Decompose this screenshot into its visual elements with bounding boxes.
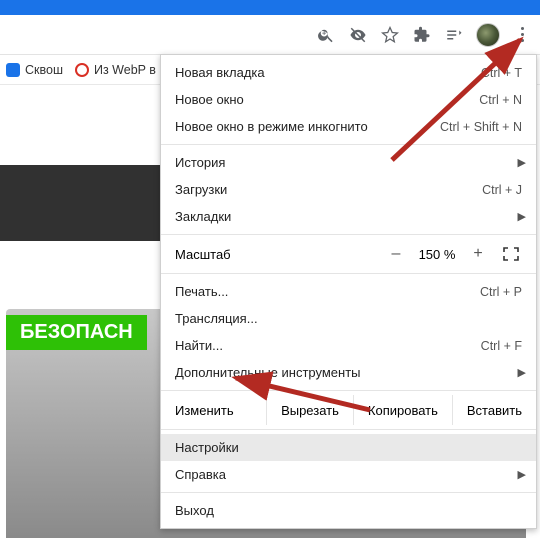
submenu-arrow-icon: ▶ bbox=[518, 468, 526, 481]
bookmark-item-webp[interactable]: Из WebP в bbox=[75, 63, 156, 77]
extensions-icon[interactable] bbox=[412, 25, 432, 45]
menu-label: Дополнительные инструменты bbox=[175, 365, 522, 380]
menu-bookmarks[interactable]: Закладки ▶ bbox=[161, 203, 536, 230]
zoom-in-button[interactable]: + bbox=[464, 245, 492, 263]
menu-new-window[interactable]: Новое окно Ctrl + N bbox=[161, 86, 536, 113]
menu-label: Настройки bbox=[175, 440, 522, 455]
menu-label: История bbox=[175, 155, 522, 170]
star-icon[interactable] bbox=[380, 25, 400, 45]
menu-cast[interactable]: Трансляция... bbox=[161, 305, 536, 332]
menu-divider bbox=[161, 390, 536, 391]
menu-zoom: Масштаб – 150 % + bbox=[161, 239, 536, 269]
menu-divider bbox=[161, 273, 536, 274]
menu-history[interactable]: История ▶ bbox=[161, 149, 536, 176]
submenu-arrow-icon: ▶ bbox=[518, 156, 526, 169]
bookmark-favicon bbox=[6, 63, 20, 77]
window-titlebar bbox=[0, 0, 540, 15]
menu-divider bbox=[161, 144, 536, 145]
menu-label: Новая вкладка bbox=[175, 65, 481, 80]
menu-exit[interactable]: Выход bbox=[161, 497, 536, 524]
menu-shortcut: Ctrl + Shift + N bbox=[440, 120, 522, 134]
submenu-arrow-icon: ▶ bbox=[518, 366, 526, 379]
zoom-value: 150 % bbox=[410, 247, 464, 262]
kebab-menu-icon[interactable] bbox=[512, 25, 532, 45]
menu-edit-row: Изменить Вырезать Копировать Вставить bbox=[161, 395, 536, 425]
zoom-out-button[interactable]: – bbox=[382, 245, 410, 263]
edit-copy-button[interactable]: Копировать bbox=[353, 395, 452, 425]
menu-label: Печать... bbox=[175, 284, 480, 299]
edit-cut-button[interactable]: Вырезать bbox=[266, 395, 353, 425]
menu-shortcut: Ctrl + P bbox=[480, 285, 522, 299]
bookmark-label: Из WebP в bbox=[94, 63, 156, 77]
menu-label: Новое окно в режиме инкогнито bbox=[175, 119, 440, 134]
chrome-main-menu: Новая вкладка Ctrl + T Новое окно Ctrl +… bbox=[160, 54, 537, 529]
profile-avatar[interactable] bbox=[476, 23, 500, 47]
browser-toolbar bbox=[0, 15, 540, 55]
menu-divider bbox=[161, 429, 536, 430]
menu-label: Справка bbox=[175, 467, 522, 482]
menu-shortcut: Ctrl + N bbox=[479, 93, 522, 107]
menu-print[interactable]: Печать... Ctrl + P bbox=[161, 278, 536, 305]
menu-shortcut: Ctrl + T bbox=[481, 66, 522, 80]
bookmark-label: Сквош bbox=[25, 63, 63, 77]
menu-help[interactable]: Справка ▶ bbox=[161, 461, 536, 488]
menu-downloads[interactable]: Загрузки Ctrl + J bbox=[161, 176, 536, 203]
fullscreen-icon[interactable] bbox=[500, 246, 522, 262]
menu-shortcut: Ctrl + F bbox=[481, 339, 522, 353]
submenu-arrow-icon: ▶ bbox=[518, 210, 526, 223]
menu-label: Выход bbox=[175, 503, 522, 518]
menu-incognito[interactable]: Новое окно в режиме инкогнито Ctrl + Shi… bbox=[161, 113, 536, 140]
menu-shortcut: Ctrl + J bbox=[482, 183, 522, 197]
security-badge: БЕЗОПАСН bbox=[6, 315, 147, 350]
menu-label: Изменить bbox=[175, 403, 266, 418]
menu-more-tools[interactable]: Дополнительные инструменты ▶ bbox=[161, 359, 536, 386]
menu-new-tab[interactable]: Новая вкладка Ctrl + T bbox=[161, 59, 536, 86]
menu-label: Найти... bbox=[175, 338, 481, 353]
menu-label: Масштаб bbox=[175, 247, 382, 262]
edit-paste-button[interactable]: Вставить bbox=[452, 395, 536, 425]
menu-label: Трансляция... bbox=[175, 311, 522, 326]
menu-find[interactable]: Найти... Ctrl + F bbox=[161, 332, 536, 359]
bookmark-item-squash[interactable]: Сквош bbox=[6, 63, 63, 77]
bookmark-favicon bbox=[75, 63, 89, 77]
menu-settings[interactable]: Настройки bbox=[161, 434, 536, 461]
eye-off-icon[interactable] bbox=[348, 25, 368, 45]
zoom-indicator-icon[interactable] bbox=[316, 25, 336, 45]
menu-divider bbox=[161, 492, 536, 493]
menu-label: Новое окно bbox=[175, 92, 479, 107]
page-dark-block bbox=[0, 165, 175, 241]
menu-divider bbox=[161, 234, 536, 235]
menu-label: Загрузки bbox=[175, 182, 482, 197]
reading-list-icon[interactable] bbox=[444, 25, 464, 45]
menu-label: Закладки bbox=[175, 209, 522, 224]
